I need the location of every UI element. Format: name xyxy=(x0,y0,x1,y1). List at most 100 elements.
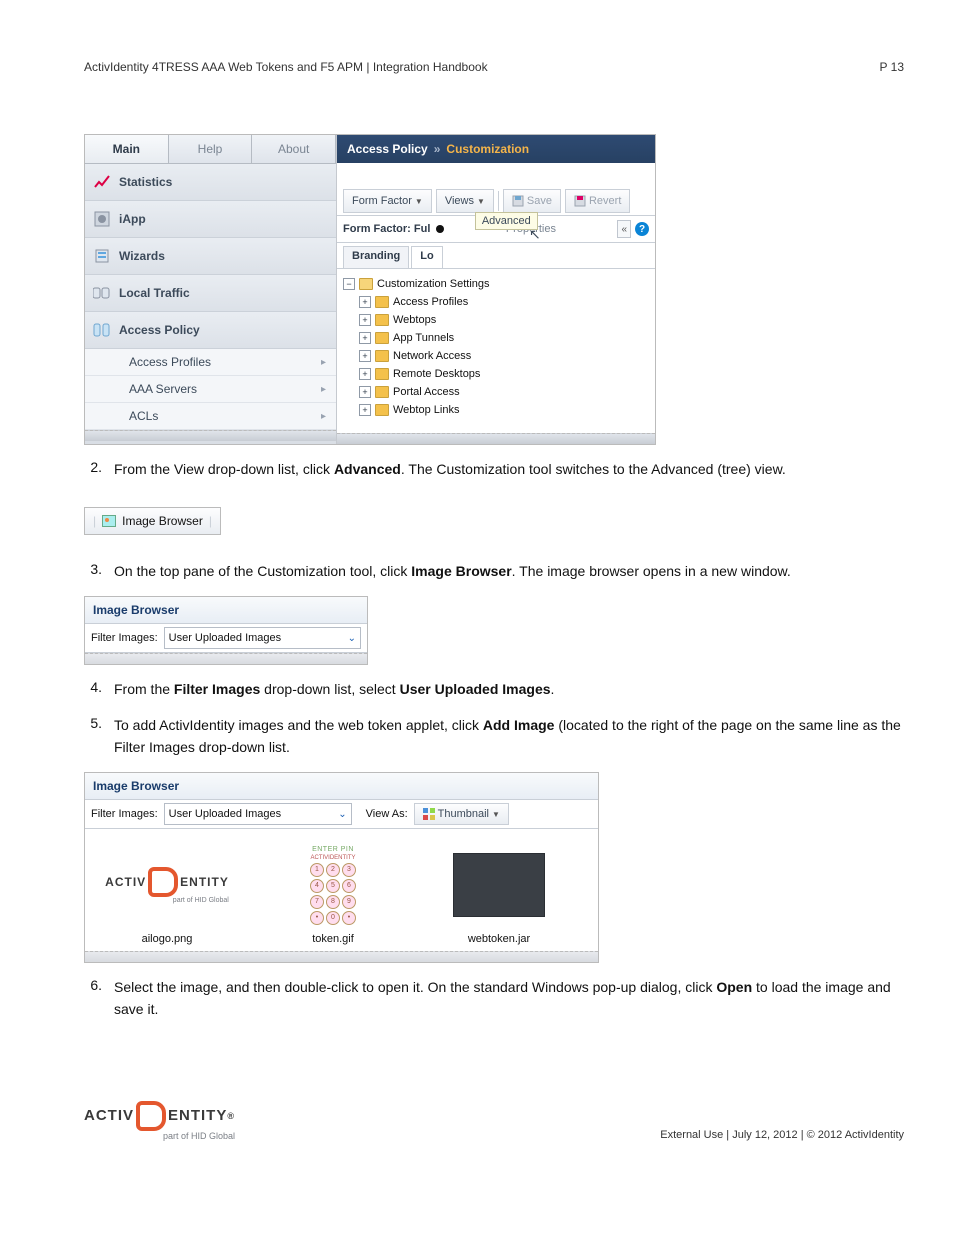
viewas-dropdown[interactable]: Thumbnail ▼ xyxy=(414,803,509,825)
folder-icon xyxy=(375,368,389,380)
image-browser-button[interactable]: Image Browser xyxy=(122,514,203,528)
step-5: 5. To add ActivIdentity images and the w… xyxy=(84,715,904,758)
jar-preview xyxy=(453,853,545,917)
tab-help[interactable]: Help xyxy=(169,135,253,163)
folder-icon xyxy=(375,404,389,416)
plus-icon[interactable]: + xyxy=(359,314,371,326)
screenshot-customization-tool: Main Help About Statistics iApp xyxy=(84,134,656,445)
chevron-down-icon: ▼ xyxy=(477,197,485,206)
plus-icon[interactable]: + xyxy=(359,296,371,308)
step-3: 3. On the top pane of the Customization … xyxy=(84,561,904,583)
tab-lo[interactable]: Lo xyxy=(411,246,442,268)
torn-edge xyxy=(337,433,655,444)
torn-edge xyxy=(85,951,598,962)
page-header: ActivIdentity 4TRESS AAA Web Tokens and … xyxy=(84,60,904,74)
customization-subtabs: Branding Lo xyxy=(337,243,655,269)
nav-iapp[interactable]: iApp xyxy=(85,201,336,238)
ailogo-preview: ACTIVENTITY part of HID Global xyxy=(105,867,229,904)
plus-icon[interactable]: + xyxy=(359,386,371,398)
image-icon xyxy=(102,515,116,527)
tree-item[interactable]: +Remote Desktops xyxy=(343,365,649,383)
nav-sub-aaa-servers[interactable]: AAA Servers ▸ xyxy=(85,376,336,403)
tree-root[interactable]: − Customization Settings xyxy=(343,275,649,293)
plus-icon[interactable]: + xyxy=(359,404,371,416)
tree-item[interactable]: +App Tunnels xyxy=(343,329,649,347)
folder-icon xyxy=(375,332,389,344)
tree-item[interactable]: +Network Access xyxy=(343,347,649,365)
thumbnail-icon xyxy=(423,808,435,820)
collapse-button[interactable]: « xyxy=(617,220,631,238)
step-2: 2. From the View drop-down list, click A… xyxy=(84,459,904,481)
thumbnail-item[interactable]: webtoken.jar xyxy=(429,845,569,945)
nav-local-traffic[interactable]: Local Traffic xyxy=(85,275,336,312)
chevron-down-icon: ⌄ xyxy=(348,633,356,644)
views-dropdown[interactable]: Views ▼ Advanced ↖ xyxy=(436,189,494,213)
nav-sidebar: Main Help About Statistics iApp xyxy=(85,135,337,444)
customization-tree: − Customization Settings +Access Profile… xyxy=(337,269,655,433)
tooltip-advanced: Advanced ↖ xyxy=(475,212,538,230)
doc-title: ActivIdentity 4TRESS AAA Web Tokens and … xyxy=(84,60,488,74)
tab-branding[interactable]: Branding xyxy=(343,246,409,268)
plus-icon[interactable]: + xyxy=(359,350,371,362)
revert-icon xyxy=(574,195,586,207)
thumbnail-item[interactable]: ENTER PIN ACTIVIDENTITY 123 456 789 •0• … xyxy=(263,845,403,945)
tree-item[interactable]: +Access Profiles xyxy=(343,293,649,311)
document-page: ActivIdentity 4TRESS AAA Web Tokens and … xyxy=(0,0,954,1171)
local-traffic-icon xyxy=(93,284,111,302)
panel-title: Image Browser xyxy=(85,773,598,800)
nav-sub-acls[interactable]: ACLs ▸ xyxy=(85,403,336,430)
chevron-right-icon: ▸ xyxy=(321,357,326,368)
footer-meta: External Use | July 12, 2012 | © 2012 Ac… xyxy=(660,1129,904,1141)
tab-main[interactable]: Main xyxy=(85,135,169,163)
breadcrumb: Access Policy » Customization xyxy=(337,135,655,163)
save-icon xyxy=(512,195,524,207)
tree-item[interactable]: +Webtop Links xyxy=(343,401,649,419)
folder-icon xyxy=(375,296,389,308)
thumb-caption: ailogo.png xyxy=(97,933,237,945)
screenshot-image-browser-filter: Image Browser Filter Images: User Upload… xyxy=(84,596,368,665)
tree-item[interactable]: +Webtops xyxy=(343,311,649,329)
chevron-right-icon: ▸ xyxy=(321,384,326,395)
folder-open-icon xyxy=(359,278,373,290)
page-footer: ACTIV ENTITY ® part of HID Global Extern… xyxy=(84,1101,904,1141)
form-factor-label: Form Factor: Ful xyxy=(343,223,430,235)
folder-icon xyxy=(375,314,389,326)
folder-icon xyxy=(375,350,389,362)
torn-edge xyxy=(85,653,367,664)
chevron-right-icon: ▸ xyxy=(321,411,326,422)
screenshot-image-browser-thumbnails: Image Browser Filter Images: User Upload… xyxy=(84,772,599,963)
crumb-root: Access Policy xyxy=(347,142,428,156)
filter-images-dropdown[interactable]: User Uploaded Images ⌄ xyxy=(164,627,361,649)
save-button[interactable]: Save xyxy=(503,189,561,213)
access-policy-icon xyxy=(93,321,111,339)
tab-about[interactable]: About xyxy=(252,135,336,163)
plus-icon[interactable]: + xyxy=(359,368,371,380)
form-factor-dropdown[interactable]: Form Factor ▼ xyxy=(343,189,432,213)
nav-wizards[interactable]: Wizards xyxy=(85,238,336,275)
thumbnail-item[interactable]: ACTIVENTITY part of HID Global ailogo.pn… xyxy=(97,845,237,945)
filter-images-dropdown[interactable]: User Uploaded Images ⌄ xyxy=(164,803,352,825)
step-6: 6. Select the image, and then double-cli… xyxy=(84,977,904,1020)
nav-statistics[interactable]: Statistics xyxy=(85,164,336,201)
nav-sub-access-profiles[interactable]: Access Profiles ▸ xyxy=(85,349,336,376)
tree-item[interactable]: +Portal Access xyxy=(343,383,649,401)
panel-title: Image Browser xyxy=(85,597,367,624)
radio-dot-icon xyxy=(436,225,444,233)
chevron-down-icon: ⌄ xyxy=(338,809,346,820)
filter-label: Filter Images: xyxy=(91,808,158,820)
thumb-caption: webtoken.jar xyxy=(429,933,569,945)
crumb-sep: » xyxy=(434,142,441,156)
access-policy-children: Access Profiles ▸ AAA Servers ▸ ACLs ▸ xyxy=(85,349,336,430)
plus-icon[interactable]: + xyxy=(359,332,371,344)
filter-row: Filter Images: User Uploaded Images ⌄ xyxy=(85,624,367,653)
nav-access-policy[interactable]: Access Policy xyxy=(85,312,336,349)
thumb-caption: token.gif xyxy=(263,933,403,945)
revert-button[interactable]: Revert xyxy=(565,189,630,213)
minus-icon[interactable]: − xyxy=(343,278,355,290)
screenshot-image-browser-button: | Image Browser | xyxy=(84,507,221,535)
brand-d-icon xyxy=(136,1101,166,1131)
help-icon[interactable]: ? xyxy=(635,222,649,236)
viewas-label: View As: xyxy=(366,808,408,820)
brand-logo: ACTIV ENTITY ® part of HID Global xyxy=(84,1101,235,1141)
folder-icon xyxy=(375,386,389,398)
